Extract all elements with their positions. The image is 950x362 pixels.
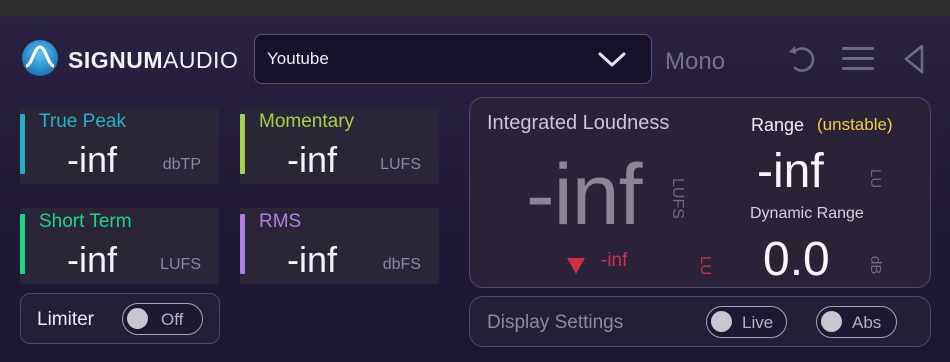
meter-unit: dbTP — [162, 156, 201, 173]
meter-value: -inf — [67, 139, 118, 180]
triangle-down-icon — [566, 257, 586, 280]
limiter-label: Limiter — [37, 309, 95, 330]
dynamic-range-unit: dB — [867, 256, 884, 275]
title-bar — [0, 0, 950, 16]
integrated-loudness-panel: Integrated Loudness -inf LUFS -inf LU Ra… — [469, 97, 931, 288]
integrated-unit: LUFS — [669, 178, 686, 219]
meter-unit: dbFS — [382, 256, 421, 273]
meter-color-bar — [240, 114, 245, 174]
limiter-panel: Limiter Off — [20, 293, 220, 344]
meter-value: -inf — [287, 239, 338, 280]
meter-label: Short Term — [39, 211, 132, 232]
brand-logo: SIGNUMAUDIO — [20, 38, 238, 83]
meter-label: RMS — [259, 211, 302, 232]
range-label: Range — [751, 115, 805, 135]
meter-true-peak: True Peak -inf dbTP — [20, 108, 219, 184]
meter-color-bar — [20, 114, 25, 174]
triangle-left-icon[interactable] — [902, 43, 926, 80]
preset-value: Youtube — [267, 49, 329, 68]
preset-dropdown[interactable]: Youtube — [254, 34, 652, 84]
range-value: -inf — [757, 145, 824, 198]
chevron-down-icon — [597, 51, 627, 74]
display-settings-label: Display Settings — [487, 312, 624, 333]
dynamic-range-label: Dynamic Range — [750, 205, 864, 222]
short-term-delta-value: -inf — [601, 250, 628, 271]
integrated-title: Integrated Loudness — [487, 112, 670, 134]
meter-rms: RMS -inf dbFS — [240, 208, 439, 284]
meter-unit: LUFS — [160, 256, 201, 273]
limiter-toggle[interactable]: Off — [122, 303, 203, 335]
meter-unit: LUFS — [380, 156, 421, 173]
dynamic-range-value: 0.0 — [763, 233, 830, 286]
short-term-delta-unit: LU — [697, 256, 714, 276]
meter-value: -inf — [287, 139, 338, 180]
meter-momentary: Momentary -inf LUFS — [240, 108, 439, 184]
integrated-value: -inf — [526, 147, 642, 243]
abs-toggle[interactable]: Abs — [816, 306, 897, 338]
brand-name: SIGNUMAUDIO — [68, 47, 239, 73]
toggle-label: Off — [161, 310, 184, 329]
live-toggle[interactable]: Live — [706, 306, 787, 338]
meter-short-term: Short Term -inf LUFS — [20, 208, 219, 284]
signum-logo-icon — [20, 38, 60, 83]
channel-mode-button[interactable]: Mono — [665, 48, 725, 76]
meter-color-bar — [20, 214, 25, 274]
toggle-knob — [821, 311, 842, 332]
hamburger-menu-icon[interactable] — [841, 45, 875, 78]
meter-color-bar — [240, 214, 245, 274]
meter-label: True Peak — [39, 111, 126, 132]
toggle-knob — [127, 308, 148, 329]
toggle-label: Abs — [852, 313, 882, 332]
meter-value: -inf — [67, 239, 118, 280]
range-status: (unstable) — [817, 115, 893, 134]
toggle-knob — [711, 311, 732, 332]
undo-icon[interactable] — [786, 43, 818, 80]
meter-label: Momentary — [259, 111, 355, 132]
range-unit: LU — [867, 169, 884, 189]
display-settings-panel: Display Settings Live Abs — [469, 296, 931, 347]
toggle-label: Live — [742, 313, 774, 332]
